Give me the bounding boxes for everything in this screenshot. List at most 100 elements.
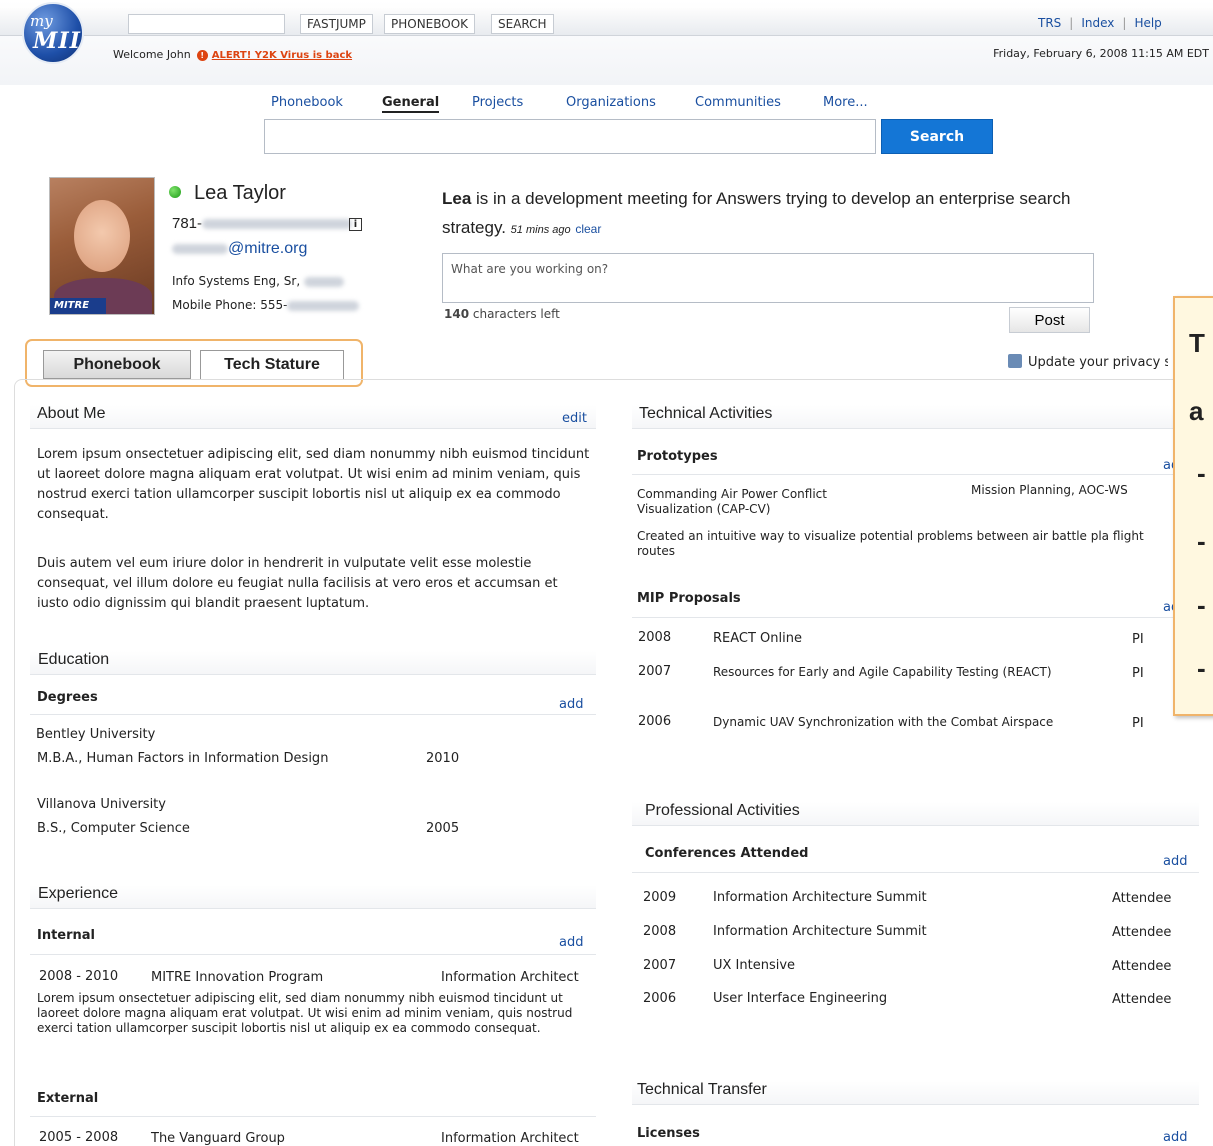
about-title: About Me (37, 405, 106, 422)
callout-dash-4: - (1197, 653, 1206, 683)
about-paragraph-1: Lorem ipsum onsectetuer adipiscing elit,… (37, 447, 590, 522)
prototype-link[interactable]: Commanding Air Power Conflict Visualizat… (637, 487, 887, 517)
professional-header: Professional Activities (632, 802, 1199, 826)
profile-mobile-text: Mobile Phone: 555- (172, 298, 288, 312)
conf-1-year: 2009 (643, 890, 677, 905)
search-top-button[interactable]: SEARCH (491, 14, 554, 34)
mip-2-link[interactable]: Resources for Early and Agile Capability… (713, 665, 1063, 680)
callout-letter-a: a (1189, 396, 1204, 426)
characters-label: characters left (469, 307, 560, 321)
alert-link[interactable]: ALERT! Y2K Virus is back (212, 50, 352, 61)
profile-title: Info Systems Eng, Sr, (172, 274, 344, 288)
conferences-label: Conferences Attended (645, 846, 809, 861)
status-clear-link[interactable]: clear (575, 222, 601, 236)
status-first-name: Lea (442, 189, 472, 208)
profile-phone: 781- (172, 215, 353, 232)
degrees-rule (30, 714, 596, 715)
main-search-input[interactable] (264, 119, 876, 154)
search-tab-projects[interactable]: Projects (472, 95, 523, 110)
status-input[interactable]: What are you working on? (442, 253, 1094, 303)
privacy-link[interactable]: Update your privacy se (1008, 354, 1168, 370)
conf-2-link[interactable]: Information Architecture Summit (713, 922, 927, 942)
top-links: TRS | Index | Help (1038, 16, 1162, 30)
email-suffix: @mitre.org (228, 240, 308, 257)
mip-2-role: PI (1132, 666, 1144, 681)
licenses-add-link[interactable]: add (1163, 1130, 1187, 1145)
degrees-add-link[interactable]: add (559, 697, 583, 712)
mip-3-role: PI (1132, 716, 1144, 731)
external-years: 2005 - 2008 (39, 1130, 119, 1145)
degree-1: M.B.A., Human Factors in Information Des… (37, 751, 329, 766)
search-tab-organizations[interactable]: Organizations (566, 95, 656, 110)
prototypes-rule (632, 474, 1173, 475)
mip-3-link[interactable]: Dynamic UAV Synchronization with the Com… (713, 715, 1063, 730)
profile-name: Lea Taylor (194, 182, 286, 204)
fastjump-button[interactable]: FASTJUMP (300, 14, 373, 34)
presence-online-icon (169, 186, 181, 198)
about-edit-link[interactable]: edit (562, 411, 587, 426)
annotation-callout: T a - - - - (1173, 296, 1213, 716)
mip-2-year: 2007 (638, 664, 672, 679)
school-1-link[interactable]: Bentley University (36, 725, 155, 745)
characters-left: 140 characters left (444, 307, 560, 321)
blurred-phone (202, 219, 353, 230)
internal-years: 2008 - 2010 (39, 969, 119, 984)
internal-role: Information Architect (441, 970, 579, 985)
profile-email[interactable]: @mitre.org (172, 240, 307, 258)
prototype-tag-link[interactable]: Mission Planning, AOC-WS (971, 483, 1128, 498)
phonebook-button[interactable]: PHONEBOOK (384, 14, 476, 34)
profile-title-text: Info Systems Eng, Sr, (172, 274, 301, 288)
conf-3-role: Attendee (1112, 959, 1172, 974)
conferences-add-link[interactable]: add (1163, 854, 1187, 869)
external-org-link[interactable]: The Vanguard Group (151, 1129, 285, 1146)
index-link[interactable]: Index (1081, 16, 1114, 30)
experience-add-link[interactable]: add (559, 935, 583, 950)
professional-title: Professional Activities (645, 802, 800, 819)
conf-4-year: 2006 (643, 991, 677, 1006)
info-icon[interactable]: i (349, 218, 362, 231)
post-button[interactable]: Post (1009, 307, 1090, 333)
conf-2-year: 2008 (643, 924, 677, 939)
search-tab-general[interactable]: General (382, 95, 440, 113)
trs-link[interactable]: TRS (1038, 16, 1061, 30)
about-paragraph-2: Duis autem vel eum iriure dolor in hendr… (37, 556, 558, 611)
internal-org-link[interactable]: MITRE Innovation Program (151, 968, 323, 988)
mip-1-link[interactable]: REACT Online (713, 629, 802, 649)
callout-dash-2: - (1197, 526, 1206, 556)
tab-tech-stature[interactable]: Tech Stature (200, 350, 344, 379)
phone-prefix: 781- (172, 215, 203, 232)
blurred-email (172, 243, 228, 254)
quick-search-input[interactable] (128, 14, 285, 34)
school-2-link[interactable]: Villanova University (37, 795, 166, 815)
search-button[interactable]: Search (881, 119, 993, 154)
mymii-logo[interactable]: my MII (22, 2, 84, 64)
education-header: Education (30, 651, 596, 675)
technical-title: Technical Activities (639, 405, 773, 422)
mip-rule (632, 617, 1173, 618)
mip-label: MIP Proposals (637, 591, 741, 606)
conf-3-link[interactable]: UX Intensive (713, 956, 795, 976)
date-time: Friday, February 6, 2008 11:15 AM EDT (993, 47, 1209, 60)
search-tab-communities[interactable]: Communities (695, 95, 781, 110)
help-link[interactable]: Help (1134, 16, 1161, 30)
mitre-badge: MITRE (50, 298, 106, 314)
search-tab-phonebook[interactable]: Phonebook (271, 95, 343, 110)
blurred-mobile (287, 300, 360, 311)
conf-1-link[interactable]: Information Architecture Summit (713, 888, 927, 908)
search-tab-more[interactable]: More... (823, 95, 868, 110)
alert-icon: ! (196, 50, 208, 61)
conf-4-link[interactable]: User Interface Engineering (713, 989, 887, 1009)
tab-phonebook[interactable]: Phonebook (43, 350, 191, 379)
characters-count: 140 (444, 307, 470, 321)
lock-icon (1008, 354, 1022, 368)
prototypes-label: Prototypes (637, 449, 718, 464)
photo-face (74, 200, 130, 272)
transfer-header: Technical Transfer (632, 1081, 1199, 1105)
conf-4-role: Attendee (1112, 992, 1172, 1007)
external-role: Information Architect (441, 1131, 579, 1146)
education-title: Education (38, 651, 110, 668)
mip-3-year: 2006 (638, 714, 672, 729)
internal-rule (30, 954, 596, 955)
about-header: About Me (30, 405, 596, 429)
logo-mii-text: MII (33, 28, 81, 54)
